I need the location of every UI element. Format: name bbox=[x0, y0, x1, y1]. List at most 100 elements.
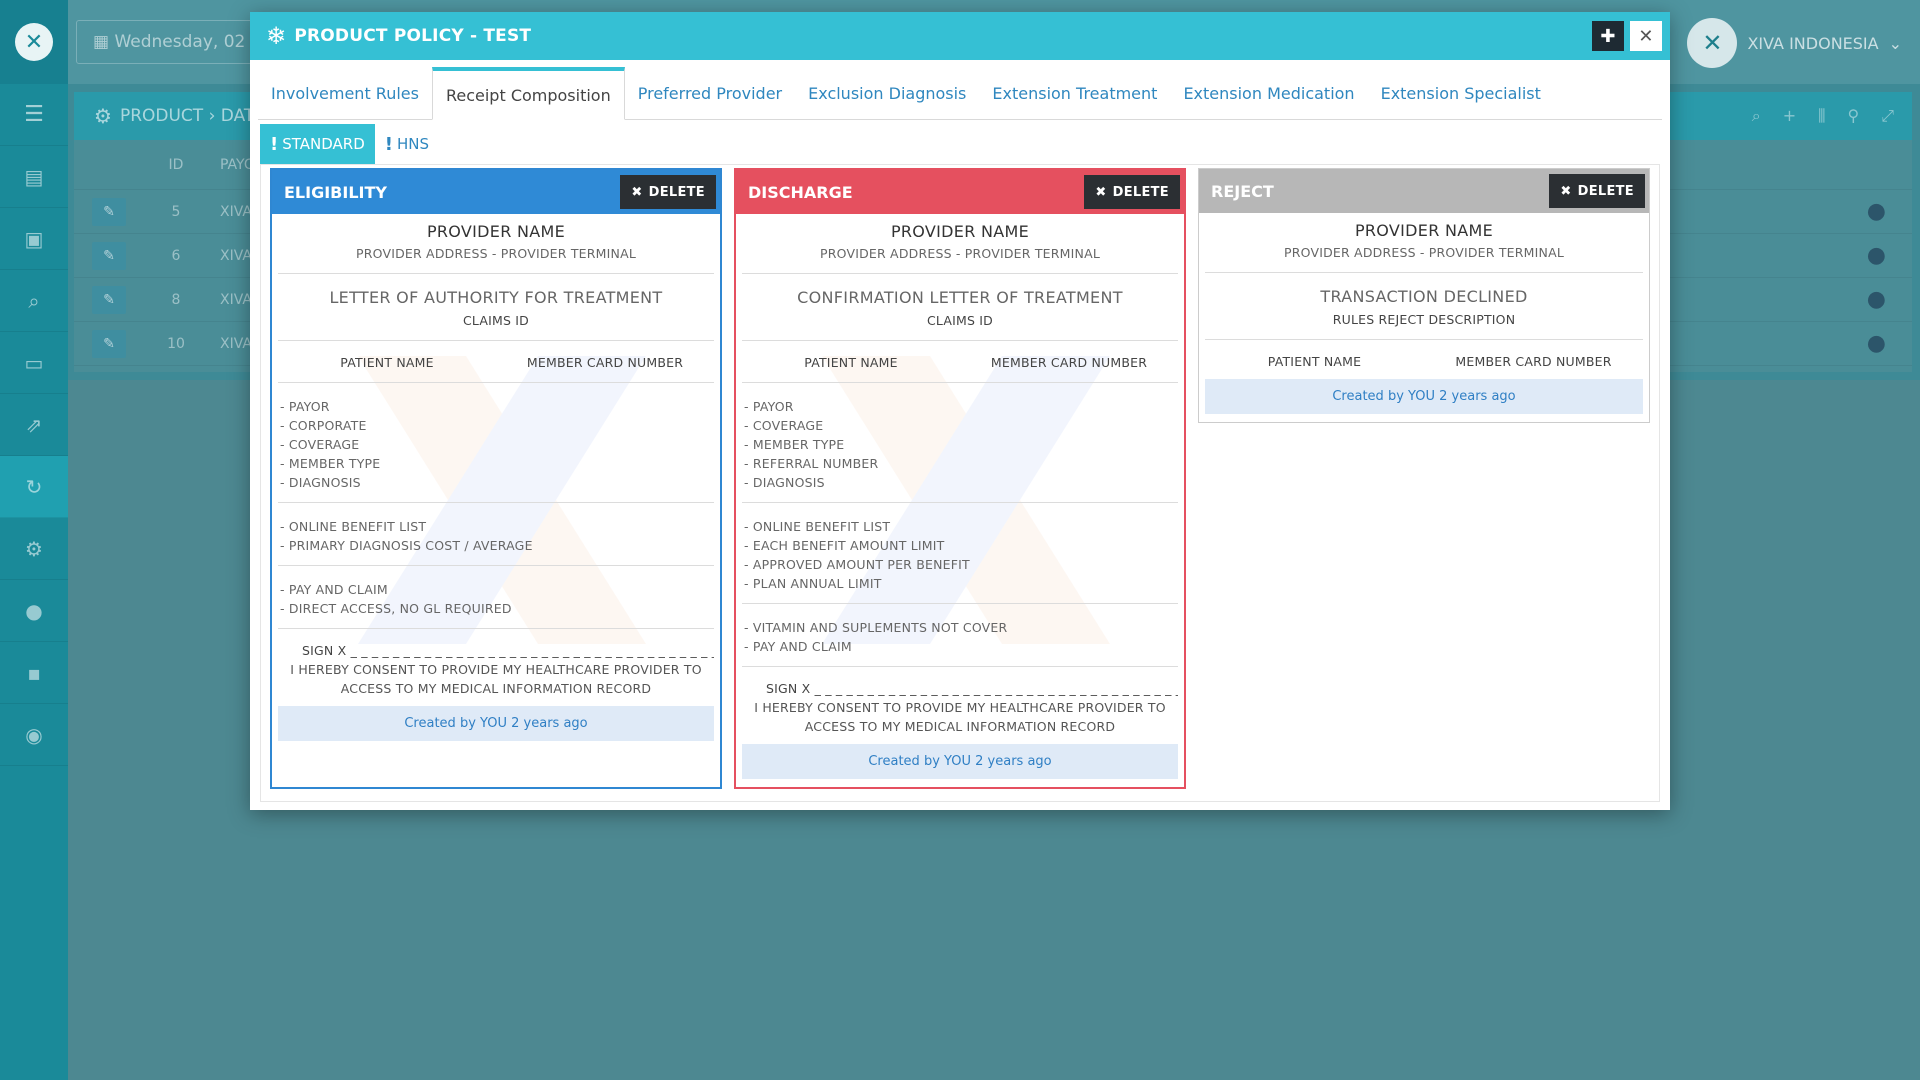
sidebar-item-notes[interactable]: ▪ bbox=[0, 642, 68, 704]
tab-extension-medication[interactable]: Extension Medication bbox=[1170, 67, 1367, 119]
member-card-number: MEMBER CARD NUMBER bbox=[526, 355, 684, 370]
search-icon: ⌕ bbox=[28, 288, 40, 313]
created-info: Created by YOU 2 years ago bbox=[1205, 379, 1643, 414]
eligibility-card-header: ELIGIBILITY ✖ DELETE bbox=[272, 170, 720, 214]
reject-card-header: REJECT ✖ DELETE bbox=[1199, 169, 1649, 213]
card-title: ELIGIBILITY bbox=[284, 182, 387, 202]
plus-icon: ✚ bbox=[1600, 25, 1616, 47]
close-icon: ✖ bbox=[631, 184, 643, 200]
brand-name: XIVA INDONESIA bbox=[1747, 33, 1879, 53]
external-link-icon: ⇗ bbox=[25, 412, 43, 437]
gear-icon: ⚙ bbox=[25, 536, 43, 561]
patient-section: PATIENT NAME MEMBER CARD NUMBER bbox=[742, 341, 1178, 383]
reject-card: REJECT ✖ DELETE PROVIDER NAME PROVIDER A… bbox=[1198, 168, 1650, 423]
provider-section: PROVIDER NAME PROVIDER ADDRESS - PROVIDE… bbox=[1205, 213, 1643, 273]
info-list: - PAYOR - CORPORATE - COVERAGE - MEMBER … bbox=[278, 383, 714, 503]
user-icon[interactable]: ● bbox=[1867, 199, 1886, 224]
panel-tools: ⌕ + ⫼ ⚲ ⤢ bbox=[1752, 106, 1912, 126]
subtab-hns[interactable]: ! HNS bbox=[375, 124, 439, 164]
product-policy-modal: ❄ PRODUCT POLICY - TEST ✚ ✕ Involvement … bbox=[250, 12, 1670, 810]
delete-button[interactable]: ✖ DELETE bbox=[1549, 174, 1645, 208]
patient-name: PATIENT NAME bbox=[804, 355, 898, 370]
provider-name: PROVIDER NAME bbox=[1354, 221, 1494, 240]
eligibility-card-body: PROVIDER NAME PROVIDER ADDRESS - PROVIDE… bbox=[272, 214, 720, 749]
claim-list: - VITAMIN AND SUPLEMENTS NOT COVER - PAY… bbox=[742, 604, 1178, 667]
receipt-subtabs: ! STANDARD ! HNS bbox=[260, 124, 439, 164]
card-icon: ▣ bbox=[24, 226, 44, 251]
tab-preferred-provider[interactable]: Preferred Provider bbox=[625, 67, 795, 119]
sidebar-item-monitor[interactable]: ▭ bbox=[0, 332, 68, 394]
sidebar-item-cards[interactable]: ▣ bbox=[0, 208, 68, 270]
user-icon[interactable]: ● bbox=[1867, 331, 1886, 356]
refresh-icon: ↻ bbox=[25, 474, 43, 499]
search-icon[interactable]: ⌕ bbox=[1752, 106, 1761, 126]
columns-icon[interactable]: ⫼ bbox=[1818, 106, 1825, 126]
subtab-standard[interactable]: ! STANDARD bbox=[260, 124, 375, 164]
exclamation-icon: ! bbox=[384, 133, 393, 155]
user-icon[interactable]: ● bbox=[1867, 287, 1886, 312]
sidebar-item-external[interactable]: ⇗ bbox=[0, 394, 68, 456]
wrench-icon[interactable]: ✎ bbox=[92, 329, 126, 358]
info-list: - PAYOR - COVERAGE - MEMBER TYPE - REFER… bbox=[742, 383, 1178, 503]
expand-icon[interactable]: ⤢ bbox=[1881, 106, 1894, 126]
delete-button[interactable]: ✖ DELETE bbox=[1084, 175, 1180, 209]
sidebar-item-settings[interactable]: ⚙ bbox=[0, 518, 68, 580]
tab-extension-treatment[interactable]: Extension Treatment bbox=[979, 67, 1170, 119]
provider-address: PROVIDER ADDRESS - PROVIDER TERMINAL bbox=[356, 246, 636, 261]
consent-text: I HEREBY CONSENT TO PROVIDE MY HEALTHCAR… bbox=[290, 662, 702, 696]
provider-name: PROVIDER NAME bbox=[890, 222, 1030, 241]
letter-section: CONFIRMATION LETTER OF TREATMENT CLAIMS … bbox=[742, 274, 1178, 341]
user-menu[interactable]: ✕ XIVA INDONESIA ⌄ bbox=[1687, 18, 1902, 68]
tab-exclusion-diagnosis[interactable]: Exclusion Diagnosis bbox=[795, 67, 979, 119]
xiva-logo-icon: ✕ bbox=[15, 23, 53, 61]
chevron-down-icon: ⌄ bbox=[1888, 33, 1902, 53]
reject-description: RULES REJECT DESCRIPTION bbox=[1332, 312, 1516, 327]
exclamation-icon: ! bbox=[270, 133, 279, 155]
provider-section: PROVIDER NAME PROVIDER ADDRESS - PROVIDE… bbox=[278, 214, 714, 274]
sidebar-item-search[interactable]: ⌕ bbox=[0, 270, 68, 332]
sidebar-item-users[interactable]: ● bbox=[0, 580, 68, 642]
letter-title: CONFIRMATION LETTER OF TREATMENT bbox=[797, 288, 1123, 307]
tab-receipt-composition[interactable]: Receipt Composition bbox=[431, 67, 625, 120]
calendar-icon: ▦ bbox=[93, 32, 115, 52]
gear-icon: ⚙ bbox=[94, 104, 112, 128]
monitor-icon: ▭ bbox=[24, 350, 44, 375]
wrench-icon[interactable]: ✎ bbox=[92, 197, 126, 226]
plus-icon[interactable]: + bbox=[1783, 106, 1796, 126]
close-button[interactable]: ✕ bbox=[1630, 21, 1662, 51]
patient-section: PATIENT NAME MEMBER CARD NUMBER bbox=[1205, 340, 1643, 379]
patient-name: PATIENT NAME bbox=[1267, 354, 1362, 369]
wrench-icon[interactable]: ✎ bbox=[92, 241, 126, 270]
benefit-list: - ONLINE BENEFIT LIST - PRIMARY DIAGNOSI… bbox=[278, 503, 714, 566]
sidebar-item-support[interactable]: ◉ bbox=[0, 704, 68, 766]
sidebar-logo[interactable]: ✕ bbox=[0, 0, 68, 84]
modal-header: ❄ PRODUCT POLICY - TEST ✚ ✕ bbox=[250, 12, 1670, 60]
pin-icon[interactable]: ⚲ bbox=[1847, 106, 1859, 126]
member-card-number: MEMBER CARD NUMBER bbox=[1455, 354, 1612, 369]
sidebar-item-product[interactable]: ↻ bbox=[0, 456, 68, 518]
provider-name: PROVIDER NAME bbox=[426, 222, 566, 241]
provider-section: PROVIDER NAME PROVIDER ADDRESS - PROVIDE… bbox=[742, 214, 1178, 274]
patient-name: PATIENT NAME bbox=[340, 355, 434, 370]
tab-involvement-rules[interactable]: Involvement Rules bbox=[258, 67, 432, 119]
provider-address: PROVIDER ADDRESS - PROVIDER TERMINAL bbox=[1284, 245, 1564, 260]
note-icon: ▪ bbox=[27, 660, 41, 685]
close-icon: ✕ bbox=[1638, 25, 1654, 47]
discharge-card-body: PROVIDER NAME PROVIDER ADDRESS - PROVIDE… bbox=[736, 214, 1184, 787]
modal-header-buttons: ✚ ✕ bbox=[1592, 21, 1662, 51]
user-icon[interactable]: ● bbox=[1867, 243, 1886, 268]
letter-title: TRANSACTION DECLINED bbox=[1320, 287, 1528, 306]
snowflake-icon: ❄ bbox=[266, 22, 287, 50]
tab-extension-specialist[interactable]: Extension Specialist bbox=[1368, 67, 1554, 119]
signature-line: SIGN X _ _ _ _ _ _ _ _ _ _ _ _ _ _ _ _ _… bbox=[766, 681, 1178, 696]
claim-list: - PAY AND CLAIM - DIRECT ACCESS, NO GL R… bbox=[278, 566, 714, 629]
menu-icon[interactable]: ☰ bbox=[0, 84, 68, 146]
sidebar-item-documents[interactable]: ▤ bbox=[0, 146, 68, 208]
delete-button[interactable]: ✖ DELETE bbox=[620, 175, 716, 209]
add-button[interactable]: ✚ bbox=[1592, 21, 1624, 51]
letter-title: LETTER OF AUTHORITY FOR TREATMENT bbox=[329, 288, 663, 307]
close-icon: ✖ bbox=[1095, 184, 1107, 200]
modal-title: PRODUCT POLICY - TEST bbox=[294, 26, 532, 46]
panel-title: PRODUCT › DATA bbox=[119, 106, 265, 126]
wrench-icon[interactable]: ✎ bbox=[92, 285, 126, 314]
